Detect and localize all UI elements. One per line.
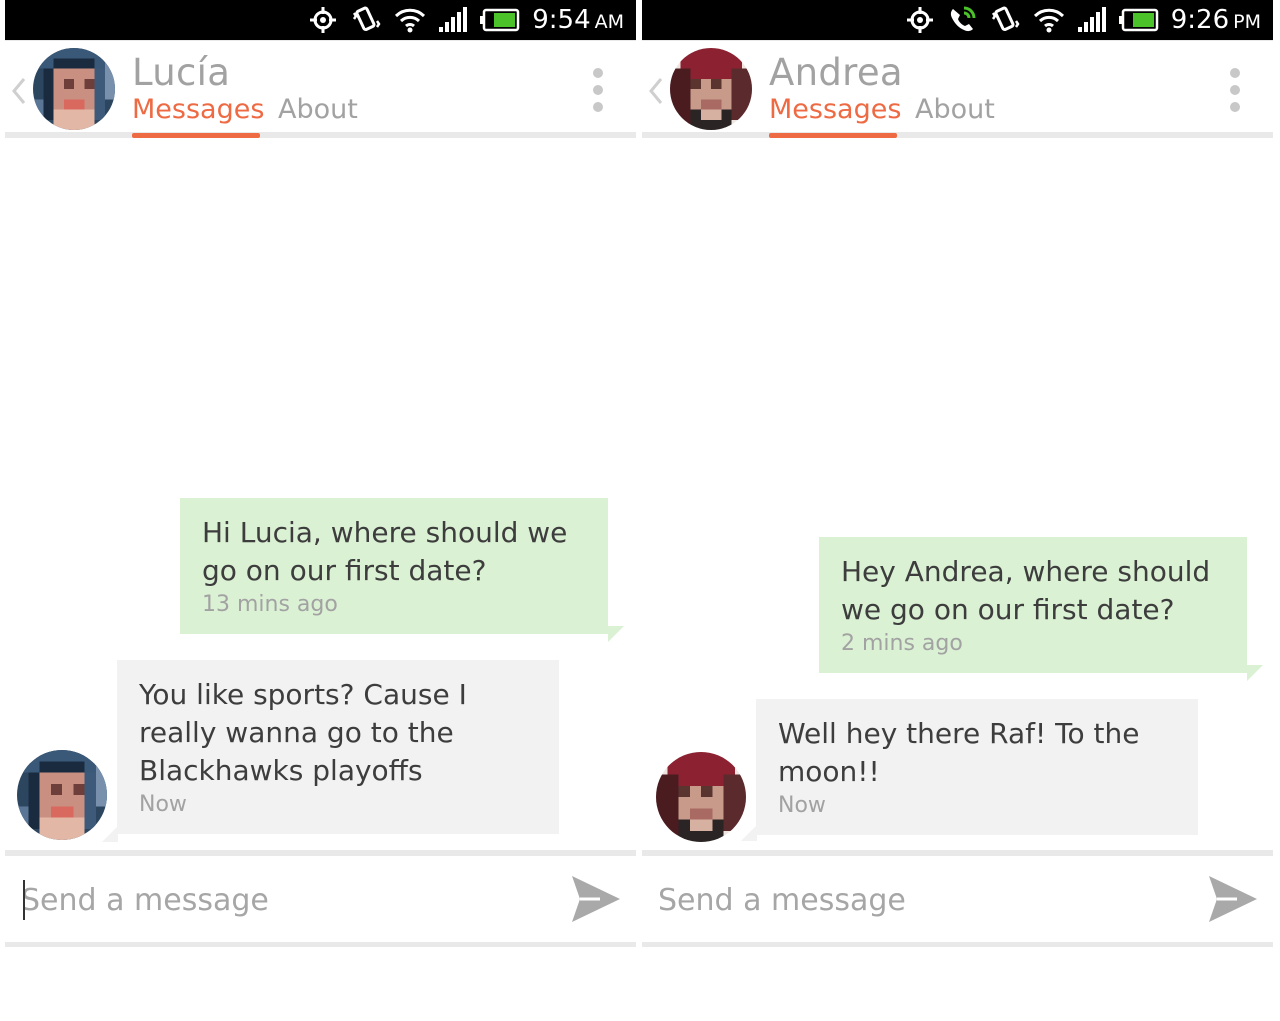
status-bar: 9:26 PM bbox=[642, 0, 1273, 40]
clock-ampm: PM bbox=[1233, 11, 1261, 33]
message-text: Well hey there Raf! To the moon!! bbox=[778, 717, 1140, 788]
message-time: Now bbox=[139, 792, 187, 817]
overflow-menu-icon[interactable] bbox=[592, 67, 604, 117]
clock-time: 9:26 bbox=[1170, 5, 1230, 35]
message-time: 13 mins ago bbox=[202, 592, 338, 617]
chat-screen-andrea: 9:26 PM Andrea Messages About Hey Andrea… bbox=[642, 0, 1273, 947]
text-caret bbox=[23, 880, 25, 920]
avatar[interactable] bbox=[670, 48, 752, 130]
message-input[interactable] bbox=[658, 872, 1178, 928]
message-list[interactable]: Hi Lucia, where should we go on our firs… bbox=[5, 138, 636, 850]
message-list[interactable]: Hey Andrea, where should we go on our fi… bbox=[642, 138, 1273, 850]
message-bubble-incoming[interactable]: Well hey there Raf! To the moon!! Now bbox=[756, 699, 1198, 835]
status-bar: 9:54 AM bbox=[5, 0, 636, 40]
message-text: Hey Andrea, where should we go on our fi… bbox=[841, 555, 1211, 626]
sender-avatar[interactable] bbox=[656, 752, 746, 842]
wifi-icon bbox=[1033, 7, 1065, 33]
clock-ampm: AM bbox=[594, 11, 624, 33]
wifi-icon bbox=[394, 7, 426, 33]
bubble-tail bbox=[741, 825, 757, 841]
message-text: You like sports? Cause I really wanna go… bbox=[139, 678, 467, 787]
signal-icon bbox=[438, 7, 468, 33]
battery-icon bbox=[480, 8, 520, 32]
message-bubble-incoming[interactable]: You like sports? Cause I really wanna go… bbox=[117, 660, 559, 834]
back-chevron-icon[interactable] bbox=[648, 77, 664, 109]
contact-name: Lucía bbox=[132, 51, 231, 94]
bubble-tail bbox=[1247, 665, 1263, 681]
chat-header: Lucía Messages About bbox=[5, 41, 636, 138]
chat-header: Andrea Messages About bbox=[642, 41, 1273, 138]
tab-about[interactable]: About bbox=[915, 94, 995, 125]
tab-about[interactable]: About bbox=[278, 94, 358, 125]
send-icon[interactable] bbox=[1207, 874, 1259, 928]
bubble-tail bbox=[608, 626, 624, 642]
message-input[interactable] bbox=[21, 872, 541, 928]
vibrate-icon bbox=[350, 5, 382, 35]
message-composer bbox=[5, 856, 636, 942]
avatar[interactable] bbox=[33, 48, 115, 130]
tab-messages[interactable]: Messages bbox=[132, 94, 264, 125]
message-time: Now bbox=[778, 793, 826, 818]
call-forward-icon bbox=[947, 5, 977, 35]
send-icon[interactable] bbox=[570, 874, 622, 928]
gps-icon bbox=[308, 5, 338, 35]
tab-messages[interactable]: Messages bbox=[769, 94, 901, 125]
sender-avatar[interactable] bbox=[17, 750, 107, 840]
message-text: Hi Lucia, where should we go on our firs… bbox=[202, 516, 568, 587]
gps-icon bbox=[905, 5, 935, 35]
overflow-menu-icon[interactable] bbox=[1229, 67, 1241, 117]
clock-time: 9:54 bbox=[532, 5, 591, 35]
message-bubble-outgoing[interactable]: Hey Andrea, where should we go on our fi… bbox=[819, 537, 1247, 673]
battery-icon bbox=[1118, 8, 1159, 32]
message-composer bbox=[642, 856, 1273, 942]
vibrate-icon bbox=[989, 5, 1021, 35]
message-bubble-outgoing[interactable]: Hi Lucia, where should we go on our firs… bbox=[180, 498, 608, 634]
bubble-tail bbox=[102, 826, 118, 842]
back-chevron-icon[interactable] bbox=[11, 77, 27, 109]
message-time: 2 mins ago bbox=[841, 631, 963, 656]
signal-icon bbox=[1077, 7, 1107, 33]
clock: 9:54 AM bbox=[532, 5, 624, 35]
clock: 9:26 PM bbox=[1171, 5, 1261, 35]
chat-screen-lucia: 9:54 AM Lucía Messages About Hi Lucia, w… bbox=[5, 0, 636, 947]
contact-name: Andrea bbox=[769, 51, 903, 94]
